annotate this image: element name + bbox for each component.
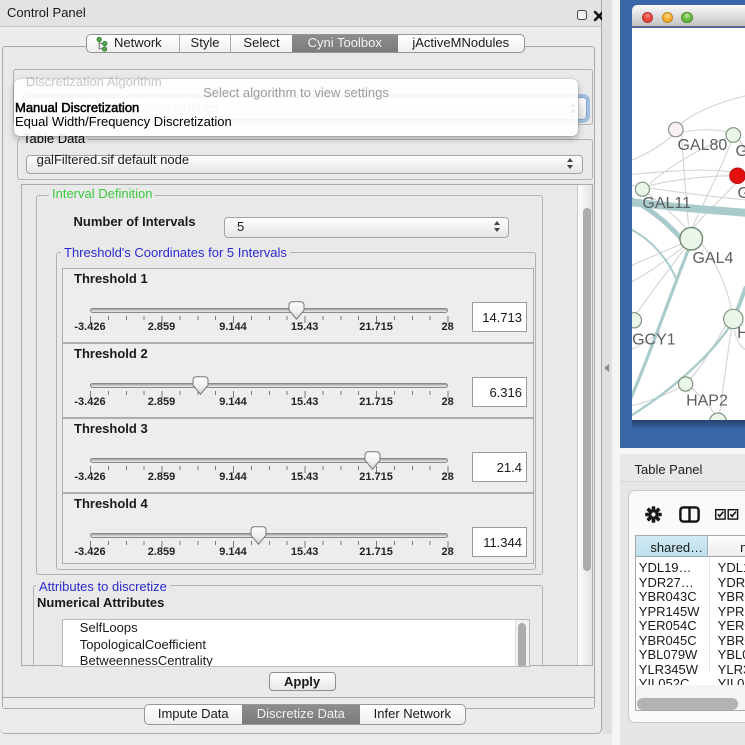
svg-text:HAP2: HAP2 xyxy=(686,393,728,410)
svg-text:G: G xyxy=(737,185,745,202)
svg-text:GAL80: GAL80 xyxy=(677,137,727,154)
svg-text:GCY1: GCY1 xyxy=(632,332,676,349)
svg-text:H: H xyxy=(737,325,745,342)
svg-text:GA: GA xyxy=(735,143,745,160)
svg-text:GAL4: GAL4 xyxy=(692,250,733,267)
svg-text:GAL11: GAL11 xyxy=(642,195,691,212)
